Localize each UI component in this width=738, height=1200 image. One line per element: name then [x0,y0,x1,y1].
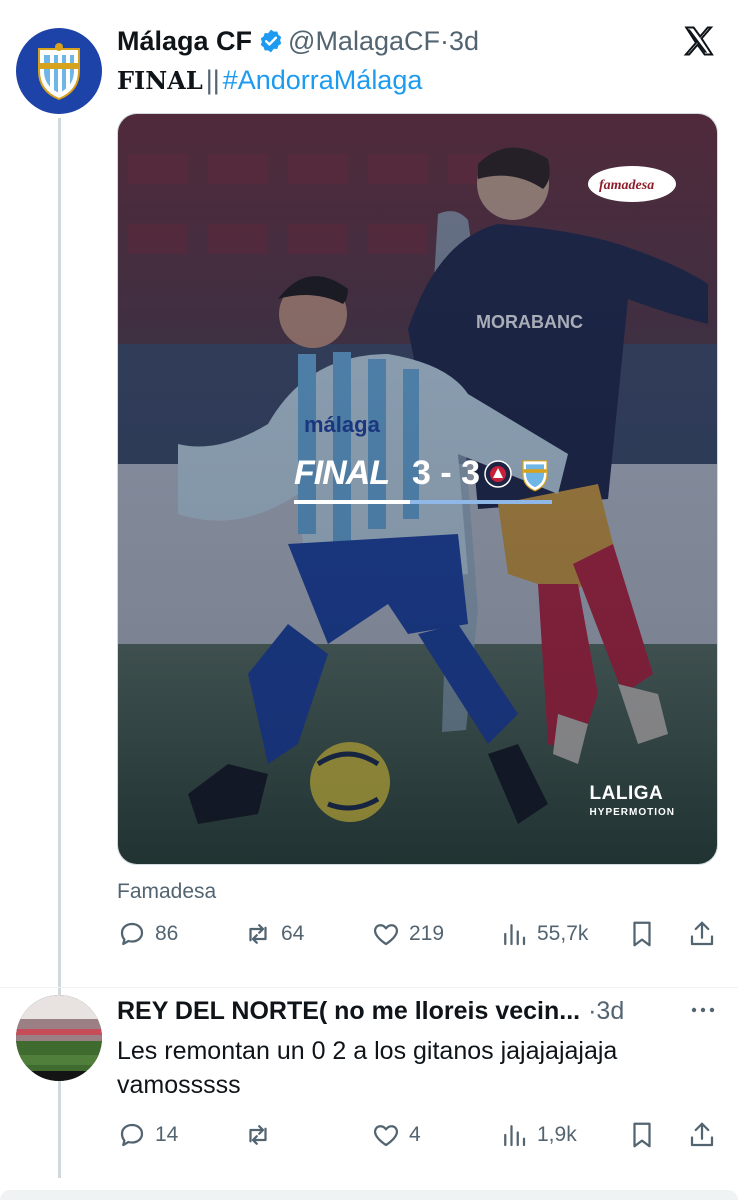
reply-bookmark-button[interactable] [627,1115,657,1155]
andorra-crest-icon [484,460,512,488]
reply-text: Les remontan un 0 2 a los gitanos jajaja… [117,1037,618,1099]
reply-views-count: 1,9k [537,1123,577,1146]
views-count: 55,7k [537,922,589,945]
reply-icon [120,1123,144,1147]
heart-icon [373,924,399,946]
media-attribution[interactable]: Famadesa [117,880,216,904]
tweet-divider [0,987,738,988]
verified-badge-icon [260,29,282,53]
reply-count: 86 [155,922,179,945]
tweet-header: Málaga CF @MalagaCF·3d [117,24,479,58]
views-chart-icon [504,1125,526,1147]
bookmark-button[interactable] [627,914,657,954]
tweet-text-separator: || [205,65,220,95]
bookmark-icon [633,1122,651,1148]
reply-author-name[interactable]: REY DEL NORTE( no me lloreis vecin... [117,997,580,1025]
stadium-avatar-image [16,995,102,1081]
heart-icon [373,1125,399,1147]
reply-share-button[interactable] [687,1115,717,1155]
reply-header: REY DEL NORTE( no me lloreis vecin... ·3d [117,995,624,1027]
malaga-avatar[interactable] [16,28,102,114]
famadesa-sponsor-logo: famadesa [588,166,676,202]
tweet-actions: 86 64 219 55,7k [117,914,721,954]
tweet-image[interactable]: MORABANC málaga famadesa FINAL 3 - 3 [117,113,718,865]
timestamp[interactable]: 3d [449,26,479,56]
separator-dot: · [440,26,449,56]
reply-reply-button[interactable]: 14 [117,1115,178,1155]
author-handle[interactable]: @MalagaCF [288,26,440,56]
x-logo-icon[interactable] [682,24,716,58]
author-name[interactable]: Málaga CF [117,26,252,56]
laliga-wordmark: LALIGA [589,783,664,804]
hypermotion-wordmark: HYPERMOTION [589,807,675,818]
share-icon [690,1122,714,1147]
malaga-crest-icon [38,43,80,101]
repost-icon [249,924,267,944]
laliga-logo: LALIGA HYPERMOTION [590,783,675,818]
score-final-label: FINAL [294,454,390,492]
repost-count: 64 [281,922,305,945]
views-button[interactable]: 55,7k [499,914,588,954]
more-options-icon[interactable] [688,1000,718,1020]
reply-repost-button[interactable] [243,1115,281,1155]
compose-bar-edge [0,1190,738,1200]
reply-avatar[interactable] [16,995,102,1081]
share-button[interactable] [687,914,717,954]
tweet-text-final: FINAL [117,66,203,95]
repost-button[interactable]: 64 [243,914,304,954]
repost-icon [249,1125,267,1145]
like-count: 219 [409,922,445,945]
reply-like-count: 4 [409,1123,421,1146]
hashtag-link[interactable]: #AndorraMálaga [223,65,423,95]
reply-button[interactable]: 86 [117,914,178,954]
svg-text:famadesa: famadesa [599,178,654,193]
views-chart-icon [504,924,526,946]
like-button[interactable]: 219 [371,914,444,954]
scoreboard: FINAL 3 - 3 [294,454,554,506]
bookmark-icon [633,921,651,947]
score-value: 3 - 3 [412,454,481,492]
reply-reply-count: 14 [155,1123,179,1146]
score-underline [294,500,552,504]
reply-timestamp[interactable]: 3d [596,997,624,1025]
reply-icon [120,922,144,946]
share-icon [690,921,714,946]
malaga-score-crest-icon [522,460,548,492]
reply-like-button[interactable]: 4 [371,1115,421,1155]
tweet-text: FINAL || #AndorraMálaga [117,62,422,99]
reply-views-button[interactable]: 1,9k [499,1115,577,1155]
reply-actions: 14 4 1,9k [117,1115,721,1155]
